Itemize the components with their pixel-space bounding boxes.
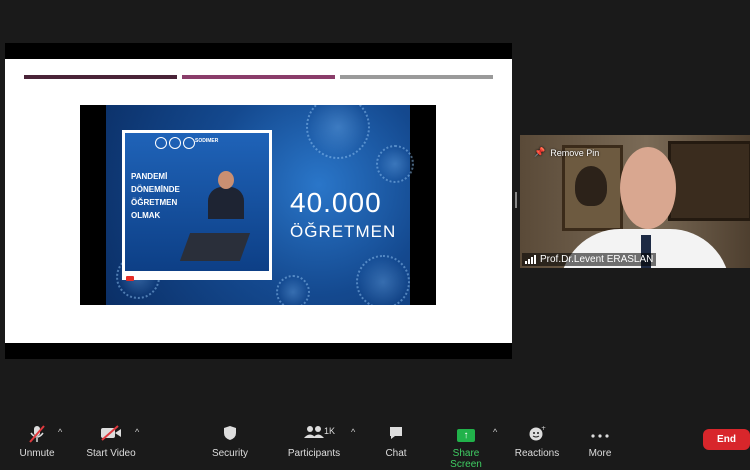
more-dots-icon — [584, 425, 616, 443]
chat-button[interactable]: Chat — [382, 425, 410, 459]
shield-icon — [210, 425, 250, 443]
chat-bubble-icon — [382, 425, 410, 443]
slide-decor-bar-2 — [182, 75, 335, 79]
microphone-muted-icon — [16, 425, 58, 443]
reactions-icon: + — [514, 425, 560, 443]
start-video-button[interactable]: Start Video — [83, 425, 139, 459]
poster-brand: SODIMER — [195, 138, 219, 144]
video-options-caret[interactable]: ^ — [135, 427, 139, 437]
poster-title-line: ÖĞRETMEN — [131, 198, 178, 207]
meeting-toolbar: Unmute ^ Start Video ^ Security Particip… — [0, 415, 750, 470]
remove-pin-label: Remove Pin — [550, 147, 600, 158]
security-button[interactable]: Security — [210, 425, 250, 459]
unmute-label: Unmute — [19, 448, 55, 459]
participant-video-tile[interactable]: 📌 Remove Pin Prof.Dr.Levent ERASLAN — [520, 135, 750, 268]
security-label: Security — [211, 448, 249, 459]
poster-tablet-illustration — [179, 233, 251, 261]
poster-title-line: OLMAK — [131, 211, 161, 220]
signal-icon — [525, 255, 536, 264]
poster-title-line: DÖNEMİNDE — [131, 185, 180, 194]
more-button[interactable]: More — [584, 425, 616, 459]
video-off-icon — [83, 425, 139, 443]
shared-screen: SODIMER PANDEMİ DÖNEMİNDE ÖĞRETMEN OLMAK… — [5, 43, 512, 359]
audio-options-caret[interactable]: ^ — [58, 427, 62, 437]
remove-pin-button[interactable]: 📌 Remove Pin — [534, 147, 599, 158]
slide-decor-bar-3 — [340, 75, 493, 79]
reactions-button[interactable]: + Reactions — [514, 425, 560, 459]
participant-name-tag: Prof.Dr.Levent ERASLAN — [522, 253, 657, 266]
panel-resize-handle[interactable] — [515, 192, 517, 208]
poster-speaker-photo — [205, 171, 247, 219]
youtube-icon — [126, 276, 134, 281]
share-screen-label: Share Screen — [450, 448, 482, 470]
end-meeting-button[interactable]: End — [703, 429, 750, 450]
slide-video-frame: SODIMER PANDEMİ DÖNEMİNDE ÖĞRETMEN OLMAK… — [80, 105, 436, 305]
slide-decor-bar-1 — [24, 75, 177, 79]
wall-frame — [668, 141, 750, 221]
share-screen-button[interactable]: ↑ Share Screen — [436, 425, 496, 470]
slide-big-number: 40.000 — [290, 187, 382, 218]
participants-label: Participants — [287, 448, 341, 459]
unmute-button[interactable]: Unmute — [16, 425, 58, 459]
participant-face — [620, 147, 676, 229]
presentation-slide: SODIMER PANDEMİ DÖNEMİNDE ÖĞRETMEN OLMAK… — [5, 59, 512, 343]
participants-count-badge: 1K — [324, 426, 336, 436]
pin-icon: 📌 — [534, 147, 546, 157]
reactions-label: Reactions — [514, 448, 560, 459]
start-video-label: Start Video — [86, 448, 136, 459]
share-options-caret[interactable]: ^ — [493, 427, 497, 437]
slide-big-word: ÖĞRETMEN — [290, 222, 397, 241]
participants-options-caret[interactable]: ^ — [351, 427, 355, 437]
event-poster: SODIMER PANDEMİ DÖNEMİNDE ÖĞRETMEN OLMAK — [122, 130, 272, 281]
chat-label: Chat — [385, 448, 407, 459]
share-screen-icon: ↑ — [436, 425, 496, 443]
more-label: More — [588, 448, 612, 459]
svg-text:+: + — [541, 425, 546, 432]
participant-name: Prof.Dr.Levent ERASLAN — [540, 254, 654, 265]
poster-title-line: PANDEMİ — [131, 172, 168, 181]
